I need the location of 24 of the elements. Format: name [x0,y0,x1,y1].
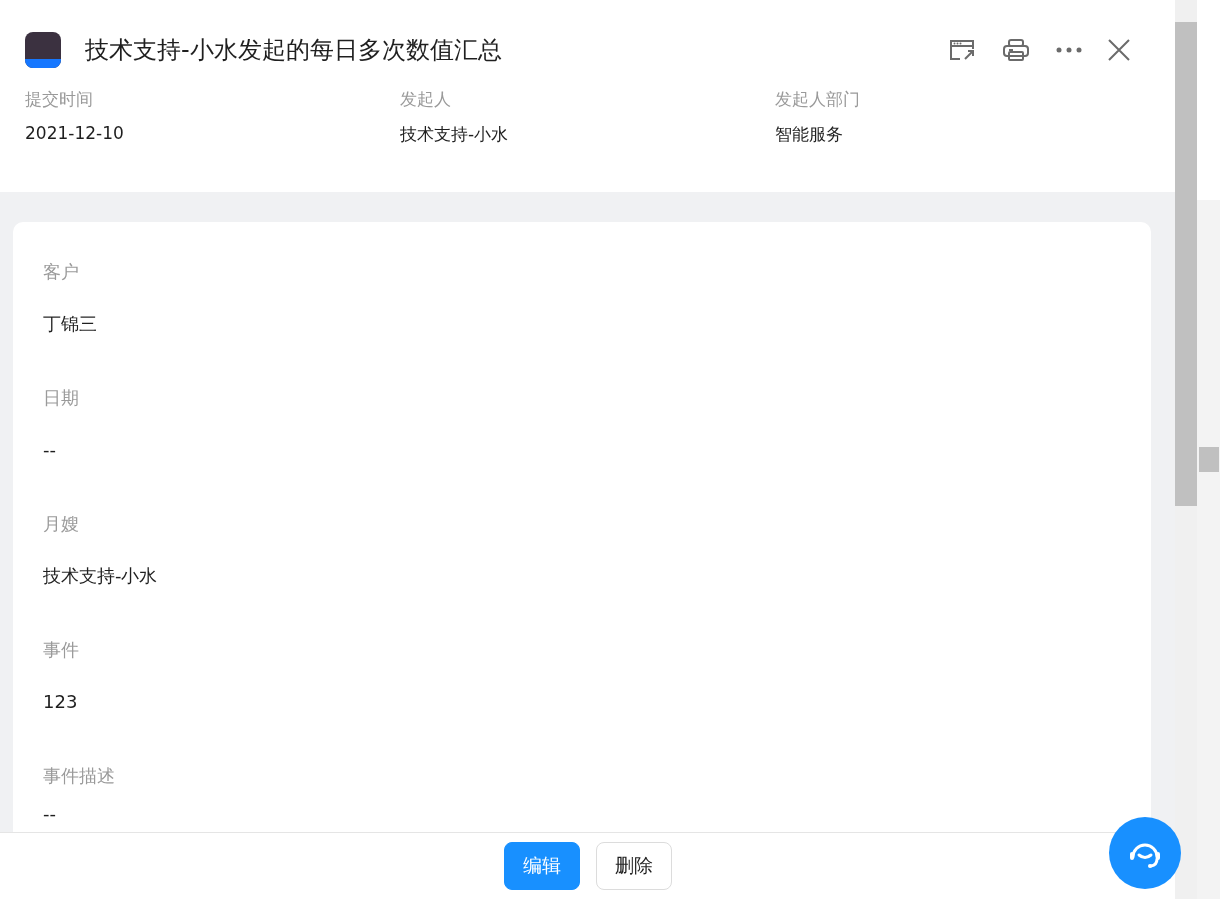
field-value: -- [43,438,57,462]
window-title: 技术支持-小水发起的每日多次数值汇总 [85,35,502,66]
field-value: 123 [43,690,79,714]
field-value: 技术支持-小水 [43,564,159,588]
more-icon[interactable] [1056,47,1082,53]
field-label: 事件 [43,638,80,662]
scrollbar[interactable] [1175,0,1197,899]
meta-value: 2021-12-10 [25,123,125,143]
field-label: 日期 [43,386,80,410]
meta-label: 发起人 [400,88,452,111]
meta-label: 发起人部门 [775,88,861,111]
delete-button[interactable]: 删除 [595,842,672,890]
print-icon[interactable] [1002,38,1030,62]
field-value: 丁锦三 [43,312,98,336]
meta-label: 提交时间 [25,88,94,111]
meta-value: 智能服务 [775,123,844,146]
close-icon[interactable] [1108,39,1130,61]
app-logo-icon [25,32,61,68]
field-label: 月嫂 [43,512,80,536]
open-in-window-icon[interactable] [948,38,976,62]
meta-value: 技术支持-小水 [400,123,510,146]
field-label: 事件描述 [43,764,116,788]
field-label: 客户 [43,260,80,284]
field-value: -- [43,804,57,824]
